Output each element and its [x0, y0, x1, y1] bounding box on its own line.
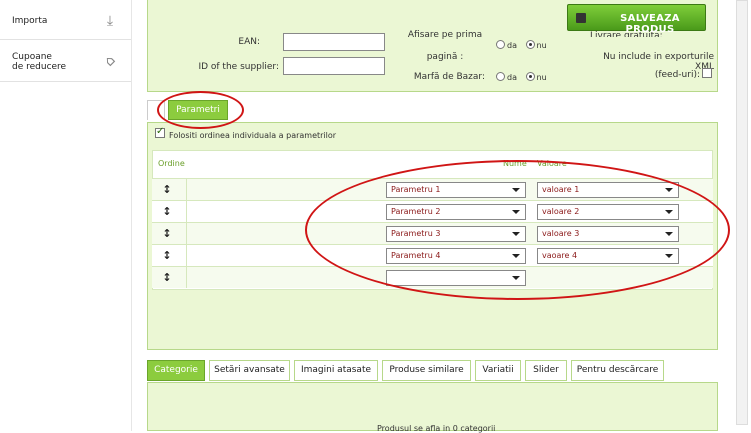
chevron-down-icon — [665, 210, 673, 214]
table-row: ↕ Parametru 1 valoare 1 — [152, 178, 713, 200]
param-name-select[interactable]: Parametru 1 — [386, 182, 526, 198]
category-status: Produsul se afla in 0 categorii — [377, 424, 496, 433]
homepage-label-2: pagină : — [426, 52, 464, 62]
exclude-export-label: Nu include in exporturile XML — [603, 52, 714, 72]
bazaar-label: Marfă de Bazar: — [413, 72, 485, 82]
tab-blank — [147, 100, 165, 120]
sidebar-item-import[interactable]: Importa ⤓ — [0, 0, 131, 40]
use-order-checkbox[interactable]: ✓ — [155, 126, 165, 138]
drag-handle-icon[interactable]: ↕ — [160, 205, 174, 218]
sidebar-item-coupons[interactable]: Cupoane de reducere ⌂ — [0, 40, 131, 82]
drag-handle-icon[interactable]: ↕ — [160, 183, 174, 196]
save-disk-icon — [576, 13, 586, 23]
param-name-value: Parametru 4 — [391, 251, 441, 260]
save-product-button[interactable]: SALVEAZA PRODUS — [567, 4, 706, 35]
download-icon: ⤓ — [106, 13, 114, 29]
supplier-id-label: ID of the supplier: — [198, 62, 279, 72]
drag-handle-icon[interactable]: ↕ — [160, 227, 174, 240]
chevron-down-icon — [512, 254, 520, 258]
table-row: ↕ — [152, 266, 713, 288]
table-row: ↕ Parametru 4 vaoare 4 — [152, 244, 713, 266]
param-value-value: valoare 3 — [542, 229, 580, 238]
exclude-export-label-2: (feed-uri): — [654, 70, 700, 80]
column-header-order: Ordine — [158, 159, 185, 168]
param-name-value: Parametru 1 — [391, 185, 441, 194]
param-name-select[interactable]: Parametru 4 — [386, 248, 526, 264]
homepage-no-radio[interactable] — [525, 40, 535, 49]
tab-pentru-descarcare[interactable]: Pentru descărcare — [571, 360, 664, 381]
column-header-value: Valoare — [537, 159, 567, 168]
bazaar-yes-radio[interactable] — [496, 72, 505, 81]
ean-label: EAN: — [238, 37, 260, 47]
param-value-value: valoare 1 — [542, 185, 580, 194]
param-value-select[interactable]: vaoare 4 — [537, 248, 679, 264]
bazaar-no-label: nu — [536, 73, 547, 82]
tab-categorie[interactable]: Categorie — [147, 360, 205, 381]
use-order-label: Folositi ordinea individuala a parametri… — [169, 131, 337, 140]
tab-setari-avansate[interactable]: Setări avansate — [209, 360, 290, 381]
homepage-yes-label: da — [507, 41, 517, 50]
homepage-radio-group: da nu — [496, 40, 547, 50]
bazaar-yes-label: da — [507, 73, 517, 82]
exclude-export-checkbox[interactable] — [702, 68, 712, 78]
param-value-select[interactable]: valoare 1 — [537, 182, 679, 198]
chevron-down-icon — [665, 188, 673, 192]
chevron-down-icon — [512, 232, 520, 236]
tab-slider[interactable]: Slider — [525, 360, 567, 381]
sidebar-item-label: Importa — [12, 16, 48, 26]
tab-parametri[interactable]: Parametri — [168, 100, 228, 120]
supplier-id-input[interactable] — [283, 57, 385, 75]
param-name-value: Parametru 2 — [391, 207, 441, 216]
param-value-value: vaoare 4 — [542, 251, 578, 260]
drag-handle-icon[interactable]: ↕ — [160, 271, 174, 284]
tab-imagini-atasate[interactable]: Imagini atasate — [294, 360, 378, 381]
bazaar-radio-group: da nu — [496, 72, 547, 82]
chevron-down-icon — [512, 210, 520, 214]
tab-variatii[interactable]: Variatii — [475, 360, 521, 381]
param-name-value: Parametru 3 — [391, 229, 441, 238]
column-header-name: Nume — [503, 159, 527, 168]
table-row: ↕ Parametru 3 valoare 3 — [152, 222, 713, 244]
sidebar-item-label: Cupoane de reducere — [12, 52, 67, 72]
scrollbar-thumb[interactable] — [736, 0, 748, 425]
chevron-down-icon — [512, 188, 520, 192]
tag-icon: ⌂ — [101, 52, 119, 70]
chevron-down-icon — [665, 232, 673, 236]
checkmark-icon: ✓ — [156, 126, 165, 137]
chevron-down-icon — [512, 276, 520, 280]
param-value-value: valoare 2 — [542, 207, 580, 216]
table-row: ↕ Parametru 2 valoare 2 — [152, 200, 713, 222]
homepage-label: Afisare pe prima — [407, 30, 483, 40]
ean-input[interactable] — [283, 33, 385, 51]
chevron-down-icon — [665, 254, 673, 258]
homepage-no-label: nu — [536, 41, 547, 50]
param-value-select[interactable]: valoare 3 — [537, 226, 679, 242]
drag-handle-icon[interactable]: ↕ — [160, 249, 174, 262]
save-button-label: SALVEAZA PRODUS — [620, 13, 680, 35]
param-name-select[interactable]: Parametru 2 — [386, 204, 526, 220]
homepage-yes-radio[interactable] — [496, 40, 505, 49]
param-value-select[interactable]: valoare 2 — [537, 204, 679, 220]
param-name-select-empty[interactable] — [386, 270, 526, 286]
bazaar-no-radio[interactable] — [525, 72, 535, 81]
param-name-select[interactable]: Parametru 3 — [386, 226, 526, 242]
tab-produse-similare[interactable]: Produse similare — [382, 360, 471, 381]
left-sidebar: Importa ⤓ Cupoane de reducere ⌂ — [0, 0, 132, 431]
